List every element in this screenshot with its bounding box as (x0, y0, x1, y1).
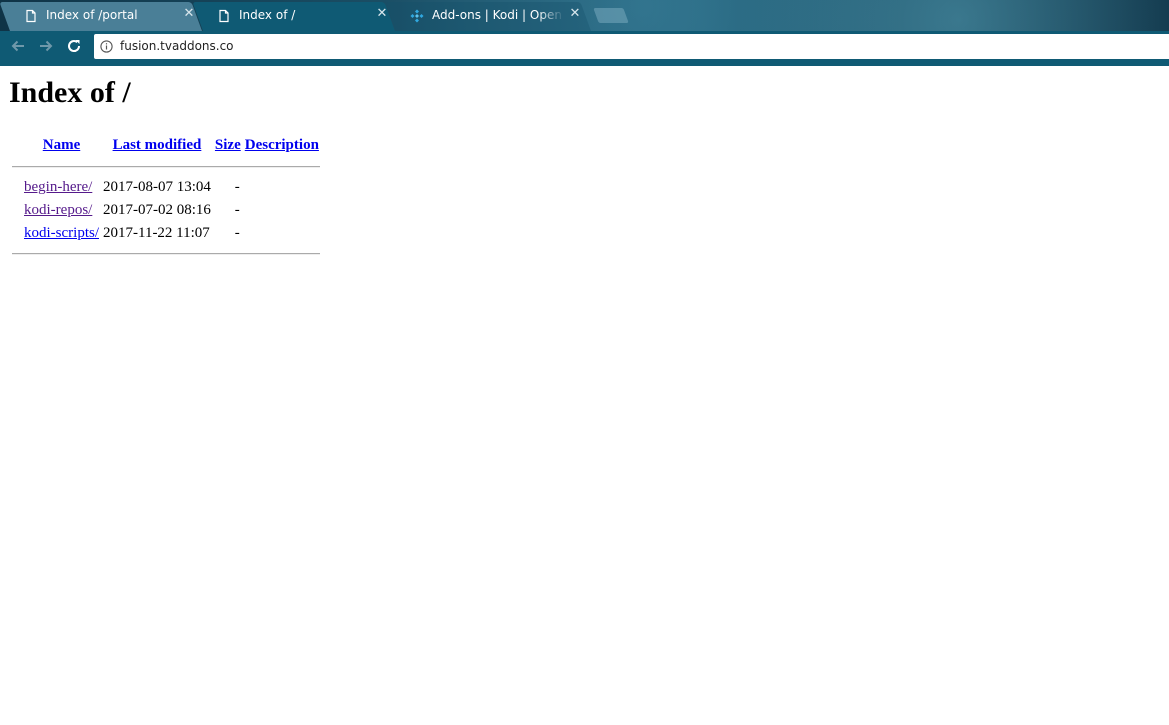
tab-title: Add-ons | Kodi | Open Source Home Theate… (432, 8, 564, 22)
page-content: Index of / Name Last modified Size Descr… (0, 66, 1169, 725)
new-tab-button[interactable] (593, 8, 629, 23)
sort-by-last-modified-link[interactable]: Last modified (113, 137, 202, 153)
close-icon[interactable]: ✕ (182, 7, 196, 21)
sort-by-size-link[interactable]: Size (215, 137, 241, 153)
divider (12, 253, 320, 255)
browser-chrome: Index of /portal ✕ Index of / ✕ Add-ons … (0, 0, 1169, 66)
page-title: Index of / (9, 76, 131, 109)
entry-last-modified: 2017-08-07 13:04 (103, 179, 211, 195)
back-arrow-icon[interactable] (7, 35, 29, 57)
document-icon (26, 9, 36, 23)
folder-link-kodi-scripts[interactable]: kodi-scripts/ (24, 225, 99, 241)
url-text[interactable]: fusion.tvaddons.co (120, 39, 234, 53)
sort-by-name-link[interactable]: Name (43, 137, 81, 153)
folder-link-kodi-repos[interactable]: kodi-repos/ (24, 202, 92, 218)
tab-index-portal[interactable]: Index of /portal ✕ (0, 2, 202, 31)
kodi-logo-icon (410, 9, 424, 23)
forward-arrow-icon[interactable] (35, 35, 57, 57)
address-bar[interactable]: fusion.tvaddons.co (94, 34, 1169, 59)
table-row: begin-here/ 2017-08-07 13:04 - (12, 177, 320, 198)
separator-row (12, 246, 320, 262)
tab-title: Index of /portal (46, 8, 138, 22)
size-header: Size (214, 133, 242, 157)
entry-size: - (234, 179, 240, 195)
entry-last-modified: 2017-07-02 08:16 (103, 202, 211, 218)
directory-listing: Name Last modified Size Description begi… (10, 131, 322, 264)
document-icon (219, 9, 229, 23)
name-header: Name (23, 133, 100, 157)
table-row: kodi-scripts/ 2017-11-22 11:07 - (12, 223, 320, 244)
separator-row (12, 159, 320, 175)
entry-description (244, 223, 320, 244)
info-icon[interactable] (100, 40, 113, 53)
header-row: Name Last modified Size Description (12, 133, 320, 157)
icon-header (12, 133, 21, 157)
table-row: kodi-repos/ 2017-07-02 08:16 - (12, 200, 320, 221)
sort-by-description-link[interactable]: Description (245, 137, 319, 153)
entry-description (244, 200, 320, 221)
entry-name: begin-here/ (23, 177, 100, 198)
tab-strip: Index of /portal ✕ Index of / ✕ Add-ons … (0, 0, 1169, 31)
entry-description (244, 177, 320, 198)
tab-index-root[interactable]: Index of / ✕ (192, 2, 395, 31)
last-modified-header: Last modified (102, 133, 212, 157)
entry-name: kodi-scripts/ (23, 223, 100, 244)
entry-icon (12, 223, 21, 244)
browser-toolbar: fusion.tvaddons.co (0, 31, 1169, 61)
tab-title: Index of / (239, 8, 296, 22)
entry-last-modified: 2017-11-22 11:07 (103, 225, 210, 241)
entry-size: - (234, 225, 240, 241)
entry-name: kodi-repos/ (23, 200, 100, 221)
entry-icon (12, 177, 21, 198)
close-icon[interactable]: ✕ (375, 7, 389, 21)
divider (12, 166, 320, 168)
description-header: Description (244, 133, 320, 157)
entry-size: - (234, 202, 240, 218)
folder-link-begin-here[interactable]: begin-here/ (24, 179, 92, 195)
reload-icon[interactable] (63, 35, 85, 57)
entry-icon (12, 200, 21, 221)
tab-kodi-addons[interactable]: Add-ons | Kodi | Open Source Home Theate… (385, 2, 591, 31)
close-icon[interactable]: ✕ (568, 7, 582, 21)
